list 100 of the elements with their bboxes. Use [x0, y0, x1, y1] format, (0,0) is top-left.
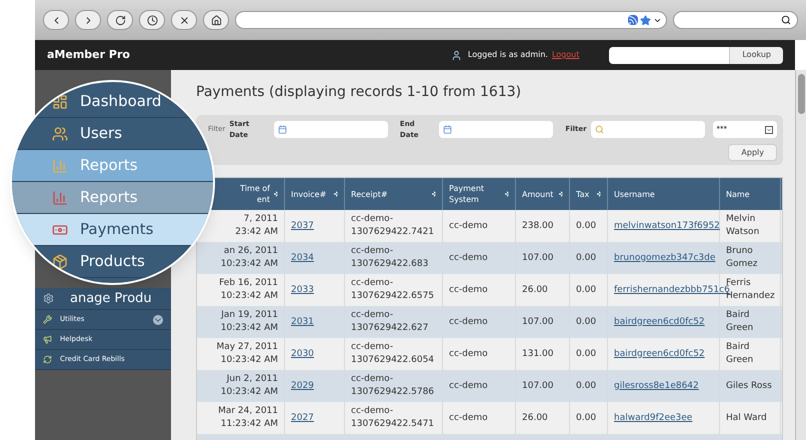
table-cell: 131.00	[522, 348, 554, 360]
filter-field[interactable]	[590, 121, 705, 138]
sort-icon	[274, 191, 278, 197]
star-icon	[640, 14, 651, 26]
caret-icon	[764, 126, 773, 134]
date-field[interactable]	[439, 121, 554, 138]
table-link[interactable]: 2030	[291, 348, 314, 360]
table-cell-text: Baird Green	[726, 341, 754, 367]
table-cell: 0.00	[576, 412, 596, 424]
table-cell: Giles Ross	[726, 380, 772, 392]
table-cell-text: cc-demo- 1307629422.5471	[351, 405, 436, 431]
table-link[interactable]: 2034	[291, 252, 314, 264]
table-link[interactable]: 2029	[291, 380, 314, 392]
column-header[interactable]: Payment System	[449, 183, 501, 205]
sort-icon	[505, 191, 509, 197]
table-cell-text: Feb 16, 2011 10:23:42 AM	[218, 277, 278, 303]
home-button[interactable]	[203, 10, 229, 30]
table-cell: 0.00	[576, 348, 596, 360]
sort-icon	[597, 191, 601, 197]
table-link[interactable]: 2037	[291, 220, 314, 232]
sort-icon	[559, 191, 563, 197]
sort-icon	[432, 191, 436, 197]
lookup-field[interactable]	[609, 46, 730, 64]
column-header[interactable]: Receipt#	[351, 188, 428, 200]
search-field[interactable]	[673, 11, 798, 29]
sidebar-item[interactable]: Dashboard	[80, 90, 162, 113]
reload-icon	[114, 14, 126, 26]
table-cell: 26.00	[522, 284, 548, 296]
reload-button[interactable]	[107, 10, 133, 30]
home-icon	[210, 14, 222, 26]
table-cell: Hal Ward	[726, 412, 767, 424]
table-link[interactable]: brunogomezb347c3de	[614, 252, 716, 264]
date-field[interactable]	[274, 121, 388, 138]
back-button[interactable]	[43, 10, 69, 30]
table-cell-text: Jan 19, 2011 10:23:42 AM	[220, 309, 278, 335]
table-cell-text: cc-demo- 1307629422.6054	[351, 341, 436, 367]
sidebar-item[interactable]: Users	[80, 122, 122, 145]
table-link[interactable]: 2027	[291, 412, 314, 424]
table-cell: 0.00	[576, 380, 596, 392]
table-cell: 107.00	[522, 316, 554, 328]
search-icon	[594, 125, 604, 134]
table-cell: 107.00	[522, 380, 554, 392]
table-link[interactable]: gilesross8e1e8642	[614, 380, 699, 392]
scrollbar[interactable]	[795, 70, 806, 440]
table-cell-text: Baird Green	[726, 309, 754, 335]
table-cell: 107.00	[522, 252, 554, 264]
table-cell: 0.00	[576, 284, 596, 296]
page-title: Payments (displaying records 1-10 from 1613)	[196, 83, 522, 102]
table-cell: cc-demo	[449, 220, 488, 232]
table-cell: cc-demo	[449, 316, 488, 328]
clock-icon	[146, 14, 158, 26]
table-cell: 0.00	[576, 220, 596, 232]
column-header[interactable]: Amount	[522, 188, 555, 200]
table-link[interactable]: 2033	[291, 284, 314, 296]
table-link[interactable]: 2031	[291, 316, 314, 328]
sort-icon	[334, 191, 338, 197]
column-header[interactable]: Username	[614, 188, 713, 200]
table-cell: 0.00	[576, 252, 596, 264]
table-cell: 26.00	[522, 412, 548, 424]
table-cell: cc-demo	[449, 252, 488, 264]
sidebar-item[interactable]: anage Produ	[35, 288, 171, 310]
stop-button[interactable]	[171, 10, 197, 30]
table-cell: 238.00	[522, 220, 554, 232]
table-cell-text: Bruno Gomez	[726, 245, 759, 271]
column-header[interactable]: Tax	[576, 188, 593, 200]
apply-button[interactable]: Apply	[728, 144, 777, 161]
user-icon	[52, 126, 68, 142]
table-cell: cc-demo	[449, 284, 488, 296]
table-cell-text: cc-demo- 1307629422.5786	[351, 373, 436, 399]
forward-button[interactable]	[75, 10, 101, 30]
table-cell: cc-demo	[449, 412, 488, 424]
table-cell-text: Mar 24, 2011 11:23:42 AM	[217, 405, 278, 431]
user-icon	[450, 50, 462, 60]
brand-name: aMember Pro	[47, 46, 130, 63]
expand-icon	[153, 314, 163, 324]
table-cell: 7, 2011 23:42 AM	[235, 213, 278, 239]
sidebar-item[interactable]: Products	[80, 250, 145, 273]
column-header[interactable]: Time of ent	[240, 183, 270, 205]
table-link[interactable]: bairdgreen6cd0fc52	[614, 316, 705, 328]
table-cell: 0.00	[576, 316, 596, 328]
bar-chart-icon	[52, 190, 68, 206]
table-link[interactable]: melvinwatson173f6952	[614, 220, 720, 232]
logout-link[interactable]: Logout	[552, 49, 580, 61]
table-link[interactable]: bairdgreen6cd0fc52	[614, 348, 705, 360]
table-cell-text: cc-demo- 1307629422.683	[351, 245, 430, 271]
lookup-button[interactable]: Lookup	[729, 46, 783, 64]
wrench-icon	[43, 315, 52, 324]
refresh-icon	[43, 355, 52, 364]
history-button[interactable]	[139, 10, 165, 30]
table-link[interactable]: halward9f2ee3ee	[614, 412, 692, 424]
address-bar[interactable]	[235, 11, 667, 29]
table-cell-text: May 27, 2011 10:23:42 AM	[215, 341, 278, 367]
table-cell: cc-demo	[449, 380, 488, 392]
column-header[interactable]: Name	[726, 188, 774, 200]
gear-icon	[43, 293, 54, 304]
column-header[interactable]: Invoice#	[291, 188, 330, 200]
bar-chart-icon	[52, 158, 68, 174]
table-cell: cc-demo	[449, 348, 488, 360]
table-cell: an 26, 2011 10:23:42 AM	[220, 245, 278, 271]
table-cell-text: cc-demo- 1307629422.6575	[351, 277, 436, 303]
